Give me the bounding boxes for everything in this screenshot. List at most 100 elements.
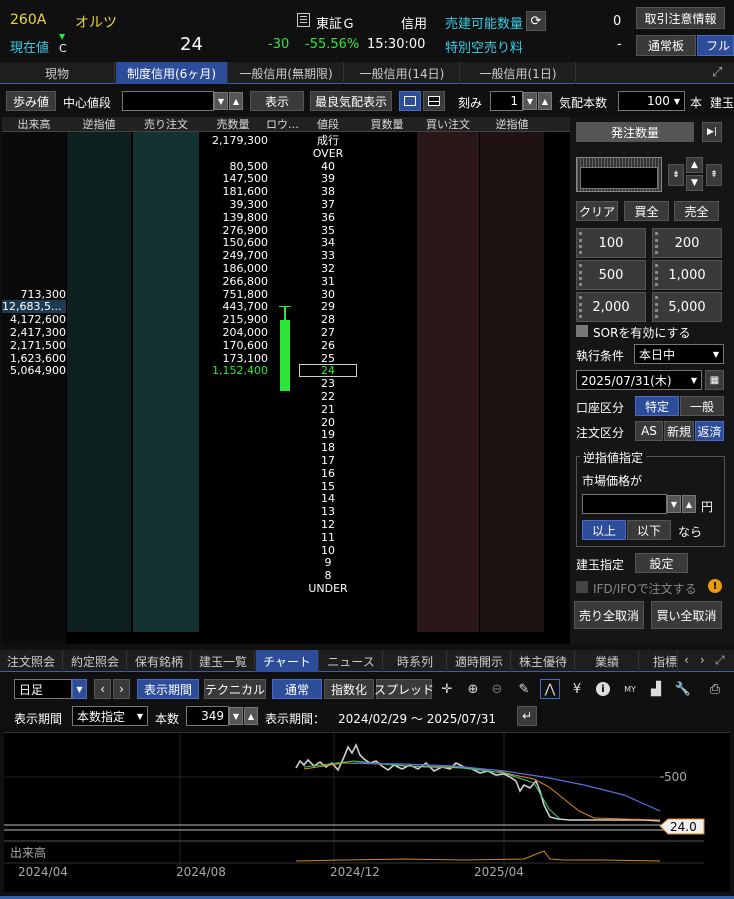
- board-sell-qty[interactable]: [200, 480, 268, 493]
- tab-holdings[interactable]: 保有銘柄: [128, 650, 191, 672]
- qty-preset-2000[interactable]: 2,000: [576, 292, 646, 322]
- zoom-in-icon[interactable]: ⊕: [463, 679, 483, 699]
- cancel-all-sell-button[interactable]: 売り全取消: [574, 601, 644, 629]
- board-sell-qty[interactable]: [200, 505, 268, 518]
- tab-general-unlimited[interactable]: 一般信用(無期限): [229, 62, 344, 84]
- board-row[interactable]: 276,900 35: [2, 224, 570, 237]
- buy-all-button[interactable]: 買全: [624, 201, 669, 221]
- tab-execution-inquiry[interactable]: 約定照会: [64, 650, 127, 672]
- board-row[interactable]: 39,300 37: [2, 198, 570, 211]
- board-row[interactable]: 15: [2, 480, 570, 493]
- board-sell-qty[interactable]: [200, 441, 268, 454]
- count-input[interactable]: 349: [186, 706, 229, 726]
- qty-input[interactable]: [580, 167, 658, 189]
- board-price[interactable]: UNDER: [299, 582, 357, 595]
- board-price[interactable]: 17: [299, 454, 357, 467]
- stop-below-button[interactable]: 以下: [627, 520, 671, 540]
- draw-pen-icon[interactable]: ✎: [514, 679, 534, 699]
- ifd-checkbox[interactable]: [576, 581, 588, 593]
- zoom-out-icon[interactable]: ⊖: [487, 679, 507, 699]
- sor-checkbox[interactable]: [576, 325, 588, 337]
- account-general-button[interactable]: 一般: [680, 396, 724, 416]
- period-prev-button[interactable]: ‹: [94, 679, 111, 699]
- tab-next-icon[interactable]: ›: [700, 653, 705, 667]
- board-header-cell[interactable]: 買い注文: [417, 118, 479, 131]
- board-sell-qty[interactable]: 266,800: [200, 275, 269, 288]
- board-sell-qty[interactable]: 443,700: [200, 300, 269, 313]
- depth-select[interactable]: 100 ▼: [618, 91, 685, 111]
- board-sell-qty[interactable]: [200, 582, 268, 595]
- board-row[interactable]: 147,500 39: [2, 172, 570, 185]
- technical-button[interactable]: テクニカル: [204, 679, 266, 699]
- tab-prev-icon[interactable]: ‹: [684, 653, 689, 667]
- board-row[interactable]: 9: [2, 556, 570, 569]
- tick-dropdown[interactable]: ▼: [523, 92, 537, 110]
- board-row[interactable]: 16: [2, 467, 570, 480]
- board-row[interactable]: 21: [2, 403, 570, 416]
- board-sell-qty[interactable]: [200, 390, 268, 403]
- qty-preset-100[interactable]: 100: [576, 228, 646, 258]
- center-price-up[interactable]: ▲: [229, 92, 243, 110]
- qty-preset-1000[interactable]: 1,000: [652, 260, 722, 290]
- my-chart-icon[interactable]: MY: [620, 679, 640, 699]
- board-price[interactable]: 14: [299, 492, 357, 505]
- position-settings-button[interactable]: 設定: [635, 553, 688, 573]
- board-header-cell[interactable]: ロウ…: [266, 118, 298, 131]
- board-price[interactable]: 37: [299, 198, 357, 211]
- order-qty-button[interactable]: 発注数量: [576, 122, 694, 142]
- board-price[interactable]: 15: [299, 480, 357, 493]
- info-icon[interactable]: i: [593, 679, 613, 699]
- histogram-icon[interactable]: ▟: [646, 679, 666, 699]
- order-close-button[interactable]: 返済: [695, 421, 724, 441]
- cancel-all-buy-button[interactable]: 買い全取消: [651, 601, 722, 629]
- period-next-button[interactable]: ›: [113, 679, 130, 699]
- board-sell-qty[interactable]: 39,300: [200, 198, 269, 211]
- board-price[interactable]: 24: [299, 364, 357, 378]
- board-sell-qty[interactable]: 186,000: [200, 262, 269, 275]
- range-mode-select[interactable]: 本数指定 ▼: [72, 706, 148, 726]
- board-sell-qty[interactable]: [200, 569, 268, 582]
- board-sell-qty[interactable]: 181,600: [200, 185, 269, 198]
- board-price[interactable]: 38: [299, 185, 357, 198]
- board-row[interactable]: OVER: [2, 147, 570, 160]
- board-header-cell[interactable]: 出来高: [2, 118, 66, 131]
- stop-price-input[interactable]: [582, 494, 667, 514]
- board-header-cell[interactable]: 売り注文: [133, 118, 199, 131]
- board-row[interactable]: 17: [2, 454, 570, 467]
- board-sell-qty[interactable]: 173,100: [200, 352, 269, 365]
- tab-time-series[interactable]: 時系列: [384, 650, 447, 672]
- mode-spread-button[interactable]: スプレッド: [374, 679, 434, 699]
- board-sell-qty[interactable]: 150,600: [200, 236, 269, 249]
- board-price[interactable]: 21: [299, 403, 357, 416]
- qty-up-button[interactable]: ▲: [686, 157, 703, 173]
- price-chart[interactable]: 500 24.0 出来高 2024/04 2024/08 2024/12 202…: [4, 732, 730, 892]
- show-button[interactable]: 表示: [250, 91, 304, 111]
- tab-general-14d[interactable]: 一般信用(14日): [345, 62, 460, 84]
- board-row[interactable]: 139,800 36: [2, 211, 570, 224]
- board-price[interactable]: 36: [299, 211, 357, 224]
- board-price[interactable]: 31: [299, 275, 357, 288]
- board-sell-qty[interactable]: [200, 403, 268, 416]
- board-sell-qty[interactable]: 751,800: [200, 288, 269, 301]
- board-sell-qty[interactable]: 204,000: [200, 326, 269, 339]
- tab-order-inquiry[interactable]: 注文照会: [0, 650, 63, 672]
- board-price[interactable]: OVER: [299, 147, 357, 160]
- board-price[interactable]: 10: [299, 544, 357, 557]
- stop-above-button[interactable]: 以上: [582, 520, 626, 540]
- ticks-button[interactable]: 歩み値: [6, 91, 56, 111]
- tick-up[interactable]: ▲: [538, 92, 552, 110]
- board-price[interactable]: 39: [299, 172, 357, 185]
- board-price[interactable]: 18: [299, 441, 357, 454]
- board-sell-qty[interactable]: [200, 377, 268, 390]
- board-price[interactable]: 22: [299, 390, 357, 403]
- qty-max-icon[interactable]: ⇞: [706, 164, 722, 186]
- document-icon[interactable]: [297, 13, 310, 27]
- board-price[interactable]: 32: [299, 262, 357, 275]
- trend-line-icon[interactable]: ⋀: [540, 679, 560, 699]
- display-range-button[interactable]: 表示期間: [137, 679, 199, 699]
- tab-earnings[interactable]: 業績: [576, 650, 639, 672]
- board-sell-qty[interactable]: 1,152,400: [200, 364, 268, 377]
- board-price[interactable]: 成行: [299, 134, 357, 147]
- mode-normal-button[interactable]: 通常: [272, 679, 322, 699]
- tab-shareholder-benefits[interactable]: 株主優待: [512, 650, 575, 672]
